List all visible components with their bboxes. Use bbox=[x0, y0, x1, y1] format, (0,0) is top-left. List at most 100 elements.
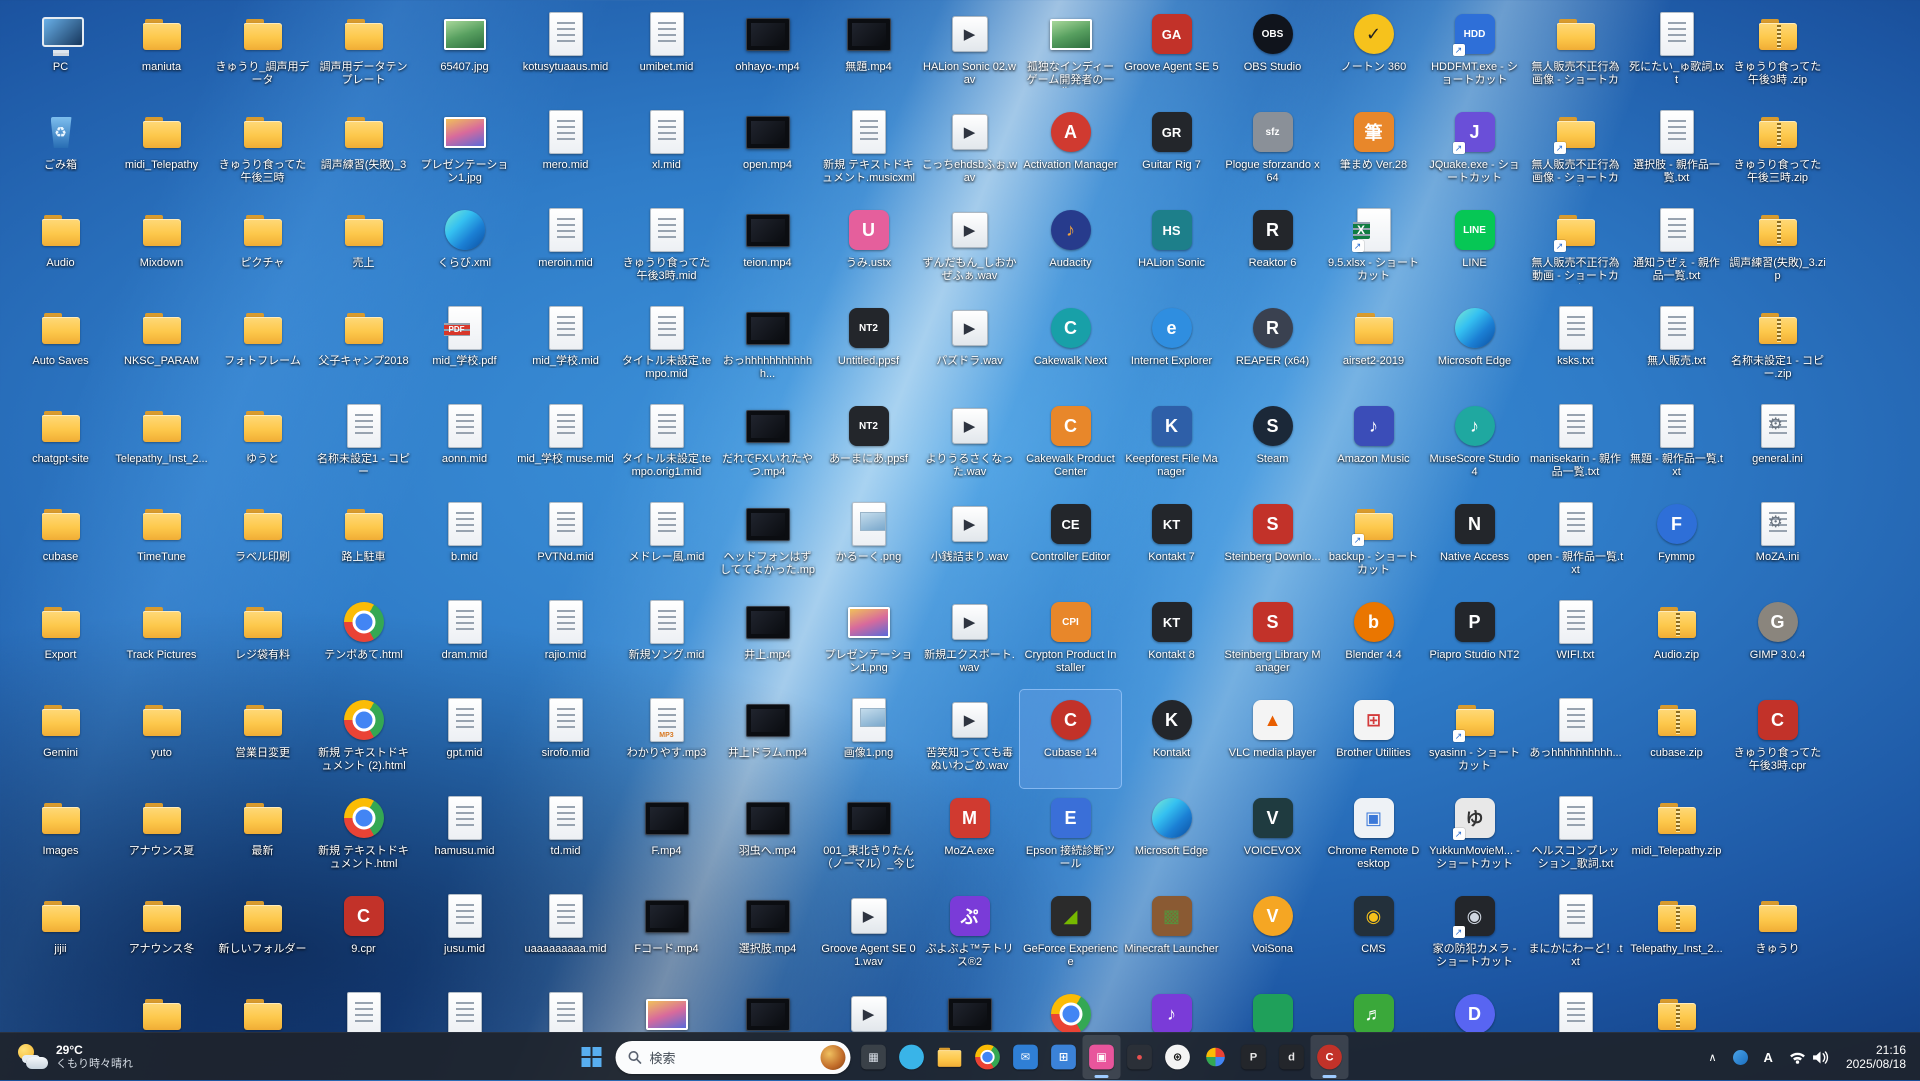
desktop-icon[interactable]: ヘッドフォンはずしててよかった.mp4 bbox=[717, 494, 818, 592]
desktop-icon[interactable]: 苦笑知ってても毒ぬいわごめ.wav bbox=[919, 690, 1020, 788]
desktop-icon[interactable]: cubase.zip bbox=[1626, 690, 1727, 788]
desktop-icon[interactable]: ♪Audacity bbox=[1020, 200, 1121, 298]
desktop-icon[interactable]: ⊞Brother Utilities bbox=[1323, 690, 1424, 788]
desktop-icon[interactable]: プレゼンテーション1.png bbox=[818, 592, 919, 690]
desktop-icon[interactable]: きゅうり食ってた午後3時.mid bbox=[616, 200, 717, 298]
desktop-icon[interactable]: eInternet Explorer bbox=[1121, 298, 1222, 396]
desktop-icon[interactable]: 営業日変更 bbox=[212, 690, 313, 788]
desktop-icon[interactable]: teion.mp4 bbox=[717, 200, 818, 298]
desktop-icon[interactable]: NNative Access bbox=[1424, 494, 1525, 592]
desktop-icon[interactable]: KKontakt bbox=[1121, 690, 1222, 788]
taskbar-app-piapro-studio[interactable]: P bbox=[1235, 1035, 1273, 1079]
clock[interactable]: 21:16 2025/08/18 bbox=[1838, 1037, 1914, 1077]
desktop-icon[interactable]: 選択肢.mp4 bbox=[717, 886, 818, 984]
desktop-icon[interactable]: Audio bbox=[10, 200, 111, 298]
taskbar-app-paint-app[interactable]: ▣ bbox=[1083, 1035, 1121, 1079]
desktop-icon[interactable]: 路上駐車 bbox=[313, 494, 414, 592]
desktop-icon[interactable]: きゅうり食ってた午後3時 .zip bbox=[1727, 4, 1828, 102]
desktop-icon[interactable]: NKSC_PARAM bbox=[111, 298, 212, 396]
desktop-icon[interactable]: jijii bbox=[10, 886, 111, 984]
desktop-icon[interactable]: ◉↗家の防犯カメラ - ショートカット bbox=[1424, 886, 1525, 984]
desktop-icon[interactable]: ▩Minecraft Launcher bbox=[1121, 886, 1222, 984]
desktop-icon[interactable]: CCakewalk Next bbox=[1020, 298, 1121, 396]
taskbar-app-app-d[interactable]: d bbox=[1273, 1035, 1311, 1079]
desktop-icon[interactable]: rajio.mid bbox=[515, 592, 616, 690]
desktop-icon[interactable]: 羽虫へ.mp4 bbox=[717, 788, 818, 886]
desktop-icon[interactable]: ラベル印刷 bbox=[212, 494, 313, 592]
taskbar-app-dark-app-red-dot[interactable]: ● bbox=[1121, 1035, 1159, 1079]
desktop-icon[interactable]: Export bbox=[10, 592, 111, 690]
desktop-icon[interactable]: 新規 テキストドキュメント.musicxml bbox=[818, 102, 919, 200]
desktop-icon[interactable]: ぷぷよぷよ™テトリス®2 bbox=[919, 886, 1020, 984]
desktop-icon[interactable] bbox=[818, 984, 919, 1032]
desktop-icon[interactable]: あっhhhhhhhhhh... bbox=[1525, 690, 1626, 788]
desktop-icon[interactable] bbox=[717, 984, 818, 1032]
desktop-icon[interactable] bbox=[919, 984, 1020, 1032]
desktop-icon[interactable]: 001_東北きりたん（ノーマル）_今じゃ... bbox=[818, 788, 919, 886]
desktop-icon[interactable]: 名称未設定1 - コピー.zip bbox=[1727, 298, 1828, 396]
desktop-icon[interactable]: Telepathy_Inst_2... bbox=[111, 396, 212, 494]
desktop-icon[interactable]: td.mid bbox=[515, 788, 616, 886]
desktop-icon[interactable]: 無人販売.txt bbox=[1626, 298, 1727, 396]
desktop-icon[interactable] bbox=[212, 984, 313, 1032]
desktop-icon[interactable]: だれでFXいれたやつ.mp4 bbox=[717, 396, 818, 494]
desktop-icon[interactable]: ↗backup - ショートカット bbox=[1323, 494, 1424, 592]
desktop-icon[interactable]: ずんだもん_しおかぜふぁ.wav bbox=[919, 200, 1020, 298]
desktop-icon[interactable]: ◉CMS bbox=[1323, 886, 1424, 984]
desktop-icon[interactable]: こっちehdsbふぉ.wav bbox=[919, 102, 1020, 200]
desktop-icon[interactable] bbox=[1222, 984, 1323, 1032]
desktop-icon[interactable]: パズドラ.wav bbox=[919, 298, 1020, 396]
desktop-icon[interactable]: chatgpt-site bbox=[10, 396, 111, 494]
desktop-icon[interactable]: sfzPlogue sforzando x64 bbox=[1222, 102, 1323, 200]
desktop-icon[interactable]: タイトル未設定.tempo.orig1.mid bbox=[616, 396, 717, 494]
desktop-icon[interactable]: ◢GeForce Experience bbox=[1020, 886, 1121, 984]
desktop-icon[interactable]: kotusytuaaus.mid bbox=[515, 4, 616, 102]
desktop-icon[interactable]: MMoZA.exe bbox=[919, 788, 1020, 886]
desktop-icon[interactable]: mid_学校.mid bbox=[515, 298, 616, 396]
desktop-icon[interactable]: general.ini bbox=[1727, 396, 1828, 494]
desktop-icon[interactable]: Fコード.mp4 bbox=[616, 886, 717, 984]
desktop-icon[interactable]: HDD↗HDDFMT.exe - ショートカット bbox=[1424, 4, 1525, 102]
desktop-icon[interactable]: dram.mid bbox=[414, 592, 515, 690]
taskbar-app-chatgpt[interactable]: ⊛ bbox=[1159, 1035, 1197, 1079]
desktop-icon[interactable]: きゅうり食ってた午後三時.zip bbox=[1727, 102, 1828, 200]
desktop-icon[interactable]: VVOICEVOX bbox=[1222, 788, 1323, 886]
desktop-icon[interactable] bbox=[1020, 984, 1121, 1032]
desktop-icon[interactable]: きゅうり食ってた午後三時 bbox=[212, 102, 313, 200]
desktop-icon[interactable]: わかりやす.mp3 bbox=[616, 690, 717, 788]
desktop-icon[interactable]: 調声練習(失敗)_3.zip bbox=[1727, 200, 1828, 298]
quick-settings-button[interactable] bbox=[1782, 1037, 1836, 1077]
desktop-icon[interactable]: CEController Editor bbox=[1020, 494, 1121, 592]
desktop-icon[interactable]: EEpson 接続診断ツール bbox=[1020, 788, 1121, 886]
desktop-icon[interactable] bbox=[313, 984, 414, 1032]
desktop-icon[interactable]: mero.mid bbox=[515, 102, 616, 200]
desktop-icon[interactable]: uaaaaaaaaa.mid bbox=[515, 886, 616, 984]
desktop-icon[interactable]: MoZA.ini bbox=[1727, 494, 1828, 592]
desktop-icon[interactable]: ピクチャ bbox=[212, 200, 313, 298]
desktop-icon[interactable]: ♪ bbox=[1121, 984, 1222, 1032]
taskbar-app-dark-tool[interactable]: ▦ bbox=[855, 1035, 893, 1079]
desktop-icon[interactable]: 新規エクスポート.wav bbox=[919, 592, 1020, 690]
tray-app-button[interactable] bbox=[1726, 1037, 1755, 1077]
taskbar-app-mail[interactable]: ✉ bbox=[1007, 1035, 1045, 1079]
desktop-icon[interactable]: ごみ箱 bbox=[10, 102, 111, 200]
weather-widget[interactable]: 29°C くもり時々晴れ bbox=[6, 1033, 143, 1081]
desktop-icon[interactable]: 父子キャンプ2018 bbox=[313, 298, 414, 396]
desktop-icon[interactable]: J↗JQuake.exe - ショートカット bbox=[1424, 102, 1525, 200]
desktop-icon[interactable]: GGIMP 3.0.4 bbox=[1727, 592, 1828, 690]
desktop-icon[interactable]: Microsoft Edge bbox=[1121, 788, 1222, 886]
desktop-icon[interactable]: メドレー風.mid bbox=[616, 494, 717, 592]
desktop-icon[interactable]: mid_学校 muse.mid bbox=[515, 396, 616, 494]
desktop-icon[interactable]: mid_学校.pdf bbox=[414, 298, 515, 396]
desktop-icon[interactable]: Track Pictures bbox=[111, 592, 212, 690]
desktop-icon[interactable]: F.mp4 bbox=[616, 788, 717, 886]
desktop-icon[interactable]: Microsoft Edge bbox=[1424, 298, 1525, 396]
desktop-icon[interactable]: jusu.mid bbox=[414, 886, 515, 984]
desktop-icon[interactable]: TimeTune bbox=[111, 494, 212, 592]
desktop-icon[interactable]: 死にたい_ゅ歌詞.txt bbox=[1626, 4, 1727, 102]
desktop-icon[interactable]: ↗無人販売不正行為動画 - ショートカット bbox=[1525, 200, 1626, 298]
desktop-icon[interactable]: きゅうり_調声用データ bbox=[212, 4, 313, 102]
desktop-icon[interactable]: sirofo.mid bbox=[515, 690, 616, 788]
desktop-icon[interactable]: フォトフレーム bbox=[212, 298, 313, 396]
desktop-icon[interactable]: ♬ bbox=[1323, 984, 1424, 1032]
